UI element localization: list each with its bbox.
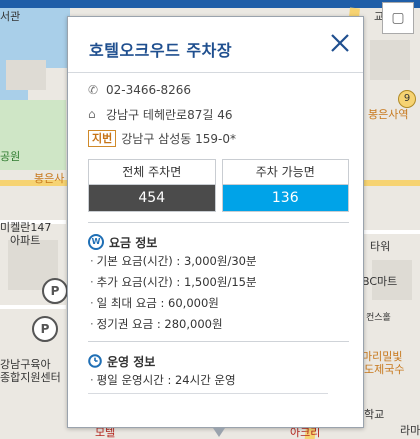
map-building: [6, 60, 46, 90]
close-icon[interactable]: [329, 32, 351, 54]
won-icon: W: [88, 234, 104, 250]
total-spaces-label: 전체 주차면: [89, 160, 215, 185]
road-address-row: ⌂ 강남구 테헤란로87길 46: [88, 102, 349, 126]
popup-pointer: [213, 428, 225, 437]
map-label-station: 봉은사역: [368, 108, 409, 121]
parking-marker-icon[interactable]: P: [42, 278, 68, 304]
fee-section-label: 요금 정보: [109, 235, 158, 250]
map-building: [370, 40, 410, 80]
map-label: 라마: [400, 424, 420, 437]
map-label-restaurant: 마리밀빛: [362, 350, 403, 363]
fee-item: · 일 최대 요금 : 60,000원: [90, 296, 219, 310]
fee-item: · 기본 요금(시간) : 3,000원/30분: [90, 254, 257, 268]
available-spaces-box: 주차 가능면 136: [221, 159, 349, 212]
operation-section-title: 운영 정보: [88, 352, 349, 370]
operation-section-label: 운영 정보: [107, 354, 156, 369]
fee-item-text: 정기권 요금 : 280,000원: [96, 317, 223, 331]
map-top-strip: [0, 0, 420, 8]
jibun-address: 강남구 삼성동 159-0*: [121, 131, 236, 146]
phone-row: ✆ 02-3466-8266: [88, 78, 349, 102]
jibun-address-row: 지번 강남구 삼성동 159-0*: [88, 126, 349, 150]
map-label-bongeunsa: 봉은사: [34, 172, 65, 185]
fee-section-title: W 요금 정보: [88, 233, 349, 251]
map-label-childcare: 강남구육아: [0, 358, 51, 371]
parking-lot-title: 호텔오크우드 주차장: [89, 41, 233, 60]
map-label-childcare-2: 종합지원센터: [0, 371, 61, 384]
clock-icon: [88, 354, 102, 368]
phone-icon: ✆: [88, 83, 99, 97]
map-road-small: [0, 305, 66, 309]
map-label-apartment: 미켈란147: [0, 221, 52, 234]
section-divider: [88, 341, 349, 342]
map-label-apartment-2: 아파트: [10, 234, 41, 247]
fee-item-text: 추가 요금(시간) : 1,500원/15분: [96, 275, 257, 289]
jibun-badge: 지번: [88, 129, 117, 147]
total-spaces-value: 454: [89, 185, 215, 211]
map-label: 서관: [0, 10, 21, 23]
parking-stats: 전체 주차면 454 주차 가능면 136: [88, 159, 349, 212]
home-icon: ⌂: [88, 107, 96, 121]
route-number-badge: 9: [398, 90, 416, 108]
available-spaces-value: 136: [222, 185, 348, 211]
popup-header: 호텔오크우드 주차장: [68, 17, 363, 73]
map-label-tower: 타워: [370, 240, 391, 253]
map-label-school: 학교: [364, 408, 385, 421]
fee-item-text: 기본 요금(시간) : 3,000원/30분: [96, 254, 257, 268]
phone-number[interactable]: 02-3466-8266: [106, 83, 191, 97]
parking-marker-icon[interactable]: P: [32, 316, 58, 342]
section-divider: [88, 222, 349, 223]
road-address: 강남구 테헤란로87길 46: [106, 107, 233, 122]
row-underline: [88, 393, 328, 394]
map-label-restaurant-2: 도제국수: [364, 363, 405, 376]
map-label-park: 공원: [0, 150, 21, 163]
fee-item: · 추가 요금(시간) : 1,500원/15분: [90, 275, 257, 289]
fee-item: · 정기권 요금 : 280,000원: [90, 317, 223, 331]
operation-item: · 평일 운영시간 : 24시간 운영: [90, 373, 236, 387]
available-spaces-label: 주차 가능면: [222, 160, 348, 185]
map-tool-icon[interactable]: ▢: [382, 2, 414, 34]
popup-body: ✆ 02-3466-8266 ⌂ 강남구 테헤란로87길 46 지번 강남구 삼…: [88, 72, 349, 427]
parking-info-popup: 호텔오크우드 주차장 ✆ 02-3466-8266 ⌂ 강남구 테헤란로87길 …: [67, 16, 364, 437]
fee-item-text: 일 최대 요금 : 60,000원: [96, 296, 219, 310]
map-label-mart: BC마트: [362, 275, 398, 288]
map-label: 컨스홀: [366, 313, 391, 323]
operation-item-text: 평일 운영시간 : 24시간 운영: [96, 373, 236, 387]
total-spaces-box: 전체 주차면 454: [88, 159, 216, 212]
